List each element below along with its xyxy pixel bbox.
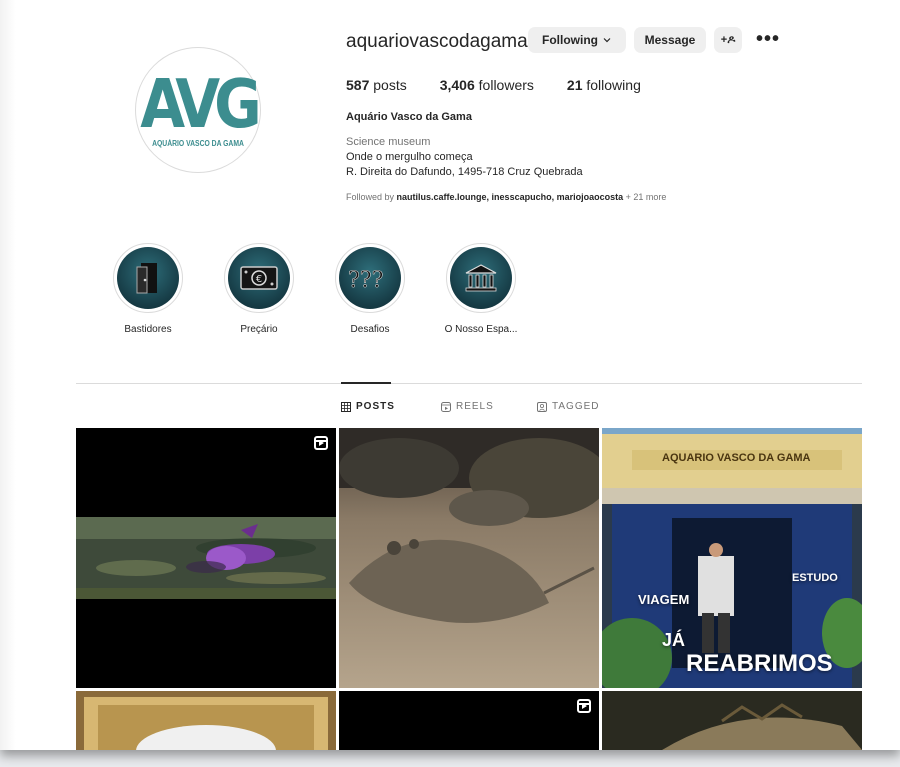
reel-icon [314,436,328,450]
highlight-ring [113,243,183,313]
stingray-image [339,428,599,688]
fish-video-image [76,517,336,599]
highlight-cover [450,247,512,309]
museum-building-icon [465,264,497,292]
highlight-precario[interactable]: € Preçário [209,243,309,335]
highlight-cover: ??? [339,247,401,309]
highlight-ring [446,243,516,313]
tab-reels-label: REELS [456,401,494,412]
following-label: following [586,77,641,93]
tab-tagged[interactable]: TAGGED [537,401,599,412]
tab-posts-label: POSTS [356,401,395,412]
highlight-label: Bastidores [124,324,172,335]
following-count: 21 [566,77,583,93]
post-overlay-word: VIAGEM [638,592,690,607]
tab-posts[interactable]: POSTS [341,401,395,412]
highlight-o-nosso-espaco[interactable]: O Nosso Espa... [431,243,531,335]
profile-category: Science museum [346,136,431,148]
highlight-label: O Nosso Espa... [444,324,518,335]
more-options-icon[interactable]: ••• [756,28,780,51]
add-user-button[interactable]: +ዶ [714,27,742,53]
euro-banknote-icon: € [240,266,278,290]
highlight-ring: € [224,243,294,313]
followers-label: followers [478,77,534,93]
highlight-bastidores[interactable]: Bastidores [98,243,198,335]
door-icon [136,263,157,294]
avatar-logo-subtitle: AQUÁRIO VASCO DA GAMA [152,138,244,148]
post-thumbnail[interactable] [339,428,599,688]
tab-reels[interactable]: REELS [441,401,494,412]
post-sign-text: AQUARIO VASCO DA GAMA [662,452,811,464]
highlight-cover [117,247,179,309]
followers-stat[interactable]: 3,406 followers [440,77,534,93]
reel-icon [577,699,591,713]
posts-stat: 587 posts [346,77,407,93]
bio-line-1: Onde o mergulho começa [346,151,473,163]
chevron-down-icon [603,38,611,43]
following-button[interactable]: Following [528,27,626,53]
tab-tagged-label: TAGGED [552,401,600,412]
window-edge [0,0,16,750]
post-thumbnail[interactable] [602,691,862,750]
profile-avatar[interactable]: AVG AQUÁRIO VASCO DA GAMA [135,47,262,173]
following-button-label: Following [542,33,598,47]
question-marks-icon: ??? [348,268,384,293]
post-overlay-word: ESTUDO [792,572,838,584]
highlight-cover: € [228,247,290,309]
followed-by[interactable]: Followed by nautilus.caffe.lounge, iness… [346,192,666,202]
highlight-ring: ??? [335,243,405,313]
post-overlay-headline: REABRIMOS [686,650,833,677]
post-thumbnail[interactable]: AQUARIO VASCO DA GAMA VIAGEM ESTUDO JÁ R… [602,428,862,688]
followed-by-more: + 21 more [625,192,667,202]
highlight-desafios[interactable]: ??? Desafios [320,243,420,335]
highlight-label: Desafios [350,324,390,335]
framed-picture-image [76,691,336,750]
posts-count: 587 [346,77,370,93]
reels-icon [441,401,451,412]
post-thumbnail[interactable] [76,428,336,688]
followed-by-names: nautilus.caffe.lounge, inesscapucho, mar… [396,192,624,202]
followers-count: 3,406 [439,77,475,93]
following-stat[interactable]: 21 following [567,77,641,93]
highlight-label: Preçário [240,324,278,335]
fish-closeup-image [602,691,862,750]
profile-full-name: Aquário Vasco da Gama [346,111,472,123]
message-button[interactable]: Message [634,27,706,53]
followed-by-prefix: Followed by [346,192,395,202]
post-thumbnail[interactable] [76,691,336,750]
posts-label: posts [373,77,407,93]
post-overlay-word: JÁ [662,630,686,650]
browser-window: AVG AQUÁRIO VASCO DA GAMA aquariovascoda… [0,0,900,750]
profile-username: aquariovascodagama [346,31,528,52]
avatar-logo-mark: AVG [140,64,261,143]
tabs-divider [76,383,862,384]
svg-text:€: € [256,274,262,285]
grid-icon [341,401,351,412]
svg-text:???: ??? [348,268,383,293]
tagged-icon [537,401,547,412]
active-tab-indicator [341,382,391,384]
add-user-icon: +ዶ [720,33,736,46]
profile-stats: 587 posts 3,406 followers 21 following [346,77,674,93]
aquarium-entrance-image [602,428,862,688]
post-thumbnail[interactable] [339,691,599,750]
bio-line-2: R. Direita do Dafundo, 1495-718 Cruz Que… [346,166,583,178]
